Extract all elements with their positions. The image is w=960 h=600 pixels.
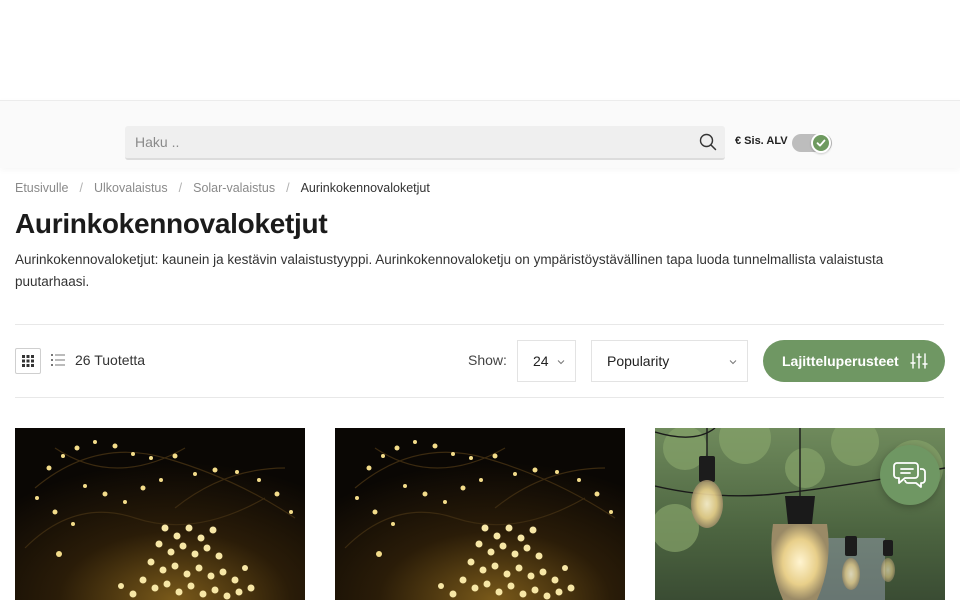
chat-button[interactable] [880, 445, 940, 505]
list-view-icon[interactable] [51, 353, 67, 369]
breadcrumb-separator: / [286, 181, 290, 195]
per-page-value: 24 [533, 353, 549, 369]
sliders-icon [910, 353, 928, 369]
chat-icon [893, 462, 926, 488]
chevron-down-icon [557, 360, 565, 365]
breadcrumb-current: Aurinkokennovaloketjut [300, 181, 430, 195]
vat-toggle-label: € Sis. ALV [735, 135, 788, 147]
grid-view-icon [22, 355, 34, 367]
top-banner-area [0, 0, 960, 100]
search-icon[interactable] [699, 133, 717, 151]
sort-value: Popularity [607, 353, 670, 369]
product-count: 26 Tuotetta [75, 352, 146, 368]
page-title: Aurinkokennovaloketjut [15, 208, 328, 239]
breadcrumb-separator: / [178, 181, 183, 195]
header-bar: € Sis. ALV [0, 100, 960, 168]
category-description: Aurinkokennovaloketjut: kaunein ja kestä… [15, 252, 884, 289]
product-card[interactable] [335, 428, 625, 600]
filter-button[interactable]: Lajitteluperusteet [763, 340, 945, 382]
grid-view-button[interactable] [15, 348, 41, 374]
product-card[interactable] [15, 428, 305, 600]
search-input[interactable] [125, 126, 685, 158]
show-label: Show: [468, 352, 507, 368]
per-page-select[interactable]: 24 [517, 340, 576, 382]
breadcrumb-link-outdoor-lighting[interactable]: Ulkovalaistus [94, 181, 168, 195]
vat-toggle[interactable] [792, 133, 832, 153]
sort-select[interactable]: Popularity [591, 340, 748, 382]
breadcrumb-link-home[interactable]: Etusivulle [15, 181, 69, 195]
check-icon [811, 133, 831, 153]
product-image [335, 428, 625, 600]
divider [15, 324, 944, 325]
breadcrumb: Etusivulle / Ulkovalaistus / Solar-valaistus… [15, 181, 430, 195]
divider [15, 397, 944, 398]
breadcrumb-separator: / [79, 181, 83, 195]
chevron-down-icon [729, 360, 737, 365]
breadcrumb-link-solar-lighting[interactable]: Solar-valaistus [193, 181, 275, 195]
filter-button-label: Lajitteluperusteet [782, 353, 899, 369]
search-bar [125, 126, 725, 160]
product-image [15, 428, 305, 600]
